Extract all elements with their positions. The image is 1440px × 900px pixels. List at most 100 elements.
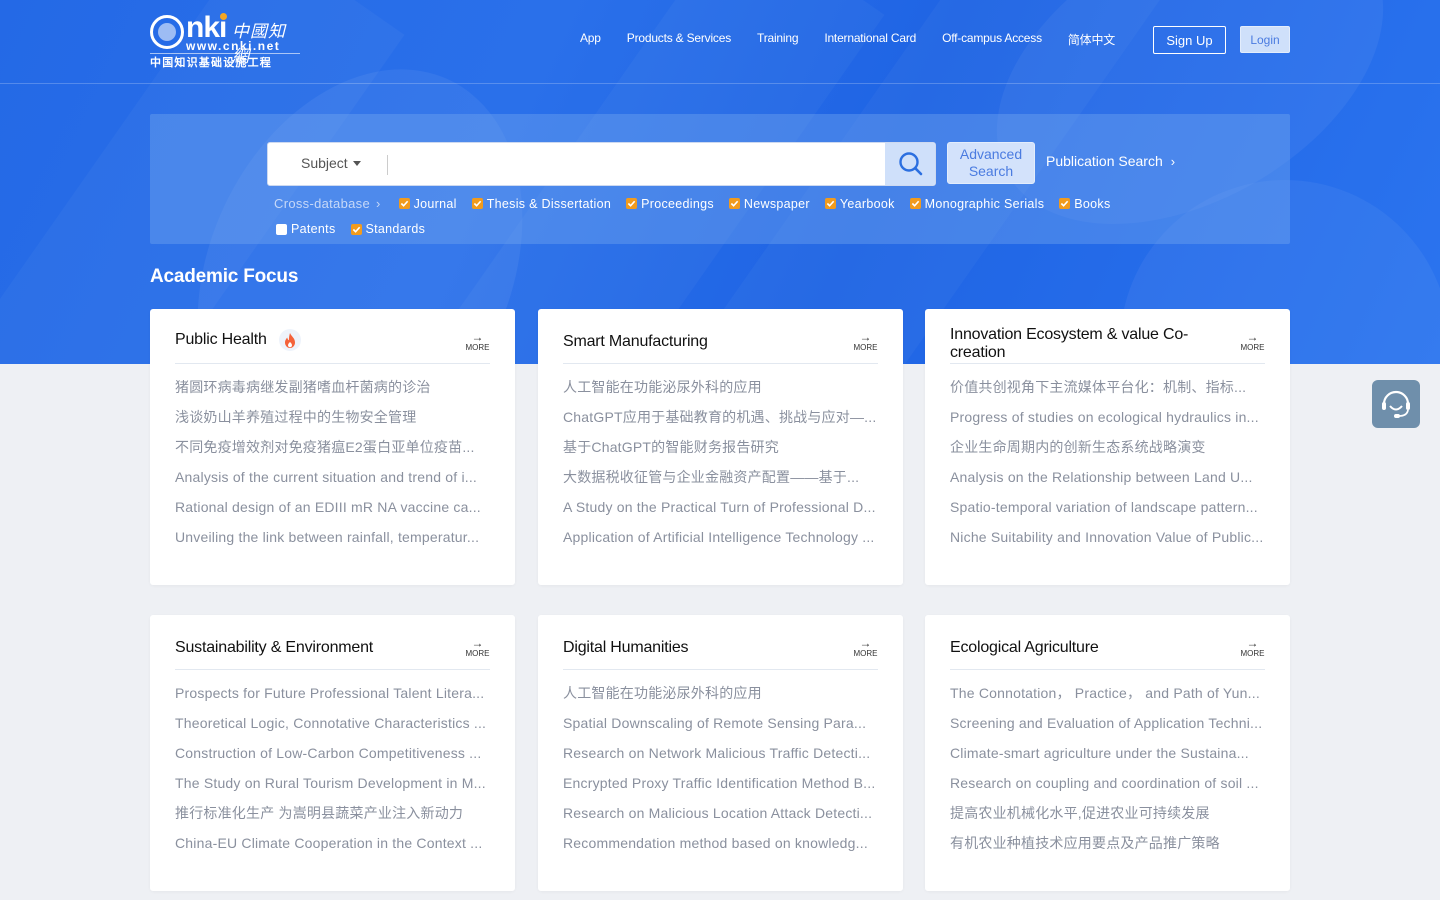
- article-list: 人工智能在功能泌尿外科的应用 ChatGPT应用于基础教育的机遇、挑战与应对—.…: [563, 375, 878, 555]
- article-link[interactable]: Prospects for Future Professional Talent…: [175, 681, 490, 711]
- card-title[interactable]: Public Health: [175, 331, 267, 349]
- caret-down-icon: [352, 160, 361, 166]
- article-link[interactable]: Construction of Low-Carbon Competitivene…: [175, 741, 490, 771]
- card-title[interactable]: Innovation Ecosystem & value Co-creation: [950, 326, 1210, 362]
- checkbox-checked-icon: [1059, 198, 1071, 209]
- checkbox-journal[interactable]: Journal: [398, 197, 457, 211]
- publication-search-link[interactable]: Publication Search ›: [1046, 153, 1175, 169]
- cross-database-label: Cross-database: [274, 196, 370, 211]
- article-link[interactable]: Analysis of the current situation and tr…: [175, 465, 490, 495]
- checkbox-books[interactable]: Books: [1059, 197, 1110, 211]
- article-link[interactable]: Spatio-temporal variation of landscape p…: [950, 495, 1265, 525]
- article-link[interactable]: The Connotation， Practice， and Path of Y…: [950, 681, 1265, 711]
- article-link[interactable]: 浅谈奶山羊养殖过程中的生物安全管理: [175, 405, 490, 435]
- headset-icon: [1382, 390, 1410, 418]
- advanced-search-button[interactable]: Advanced Search: [947, 142, 1035, 184]
- checkbox-proceedings[interactable]: Proceedings: [626, 197, 714, 211]
- focus-card: Innovation Ecosystem & value Co-creation…: [925, 309, 1290, 585]
- article-list: The Connotation， Practice， and Path of Y…: [950, 681, 1265, 861]
- more-link[interactable]: → MORE: [1240, 330, 1265, 352]
- publication-search-label: Publication Search: [1046, 153, 1163, 169]
- article-link[interactable]: Analysis on the Relationship between Lan…: [950, 465, 1265, 495]
- article-link[interactable]: Theoretical Logic, Connotative Character…: [175, 711, 490, 741]
- arrow-right-icon: →: [1246, 330, 1259, 344]
- checkbox-standards[interactable]: Standards: [350, 222, 426, 236]
- checkbox-checked-icon: [471, 198, 483, 209]
- focus-card: Digital Humanities → MORE 人工智能在功能泌尿外科的应用 …: [538, 615, 903, 891]
- article-link[interactable]: China-EU Climate Cooperation in the Cont…: [175, 831, 490, 861]
- article-link[interactable]: Spatial Downscaling of Remote Sensing Pa…: [563, 711, 878, 741]
- article-link[interactable]: 人工智能在功能泌尿外科的应用: [563, 375, 878, 405]
- article-link[interactable]: 猪圆环病毒病继发副猪嗜血杆菌病的诊治: [175, 375, 490, 405]
- more-link[interactable]: → MORE: [465, 637, 490, 658]
- login-button[interactable]: Login: [1240, 26, 1290, 53]
- nav-training[interactable]: Training: [757, 31, 799, 48]
- checkbox-unchecked-icon: [276, 223, 287, 235]
- checkbox-patents[interactable]: Patents: [276, 222, 336, 236]
- article-link[interactable]: Niche Suitability and Innovation Value o…: [950, 525, 1265, 555]
- cnki-logo[interactable]: nki 中國知網 www.cnki.net 中国知识基础设施工程: [150, 11, 302, 69]
- checkbox-checked-icon: [398, 198, 410, 209]
- checkbox-thesis[interactable]: Thesis & Dissertation: [471, 197, 611, 211]
- academic-focus-title: Academic Focus: [150, 266, 299, 287]
- card-title[interactable]: Ecological Agriculture: [950, 639, 1099, 657]
- article-link[interactable]: 基于ChatGPT的智能财务报告研究: [563, 435, 878, 465]
- more-link[interactable]: → MORE: [465, 331, 490, 352]
- card-title[interactable]: Digital Humanities: [563, 639, 689, 657]
- article-link[interactable]: Unveiling the link between rainfall, tem…: [175, 525, 490, 555]
- more-link[interactable]: → MORE: [1240, 637, 1265, 658]
- nav-off-campus-access[interactable]: Off-campus Access: [942, 31, 1042, 48]
- search-field-select[interactable]: Subject: [301, 155, 361, 171]
- article-link[interactable]: 大数据税收征管与企业金融资产配置——基于...: [563, 465, 878, 495]
- checkbox-monographic-serials[interactable]: Monographic Serials: [909, 197, 1045, 211]
- article-link[interactable]: Progress of studies on ecological hydrau…: [950, 405, 1265, 435]
- article-link[interactable]: Research on Malicious Location Attack De…: [563, 801, 878, 831]
- chevron-right-icon: ›: [375, 196, 381, 211]
- search-input[interactable]: [396, 143, 882, 185]
- checkbox-newspaper[interactable]: Newspaper: [728, 197, 810, 211]
- focus-card: Sustainability & Environment → MORE Prosp…: [150, 615, 515, 891]
- sign-up-button[interactable]: Sign Up: [1153, 26, 1226, 54]
- nav-app[interactable]: App: [580, 31, 601, 48]
- focus-card: Smart Manufacturing → MORE 人工智能在功能泌尿外科的应用…: [538, 309, 903, 585]
- more-link[interactable]: → MORE: [853, 636, 878, 658]
- nav-products-services[interactable]: Products & Services: [627, 31, 731, 48]
- checkbox-checked-icon: [626, 198, 638, 209]
- article-link[interactable]: A Study on the Practical Turn of Profess…: [563, 495, 878, 525]
- article-link[interactable]: 企业生命周期内的创新生态系统战略演变: [950, 435, 1265, 465]
- article-link[interactable]: 推行标准化生产 为嵩明县蔬菜产业注入新动力: [175, 801, 490, 831]
- checkbox-checked-icon: [728, 198, 740, 209]
- nav-language[interactable]: 简体中文: [1068, 31, 1115, 48]
- card-title[interactable]: Smart Manufacturing: [563, 333, 708, 351]
- article-link[interactable]: Encrypted Proxy Traffic Identification M…: [563, 771, 878, 801]
- article-link[interactable]: The Study on Rural Tourism Development i…: [175, 771, 490, 801]
- article-link[interactable]: Research on coupling and coordination of…: [950, 771, 1265, 801]
- fire-hot-icon: [278, 329, 301, 351]
- nav-international-card[interactable]: International Card: [824, 31, 916, 48]
- main-nav: App Products & Services Training Interna…: [580, 31, 1141, 48]
- article-link[interactable]: ChatGPT应用于基础教育的机遇、挑战与应对—...: [563, 405, 878, 435]
- database-filters: Cross-database › Journal Thesis & Disser…: [274, 196, 1126, 211]
- article-link[interactable]: Rational design of an EDIII mR NA vaccin…: [175, 495, 490, 525]
- customer-support-button[interactable]: [1372, 380, 1420, 428]
- article-link[interactable]: 有机农业种植技术应用要点及产品推广策略: [950, 831, 1265, 861]
- more-link[interactable]: → MORE: [853, 331, 878, 352]
- article-link[interactable]: 人工智能在功能泌尿外科的应用: [563, 681, 878, 711]
- article-link[interactable]: 提高农业机械化水平,促进农业可持续发展: [950, 801, 1265, 831]
- search-box: Subject: [267, 142, 936, 186]
- article-link[interactable]: 价值共创视角下主流媒体平台化：机制、指标...: [950, 375, 1265, 405]
- checkbox-yearbook[interactable]: Yearbook: [824, 197, 895, 211]
- article-link[interactable]: Climate-smart agriculture under the Sust…: [950, 741, 1265, 771]
- cross-database-link[interactable]: Cross-database ›: [274, 196, 381, 211]
- article-link[interactable]: Recommendation method based on knowledg.…: [563, 831, 878, 861]
- card-title[interactable]: Sustainability & Environment: [175, 639, 373, 657]
- search-button[interactable]: [885, 143, 935, 185]
- article-link[interactable]: Application of Artificial Intelligence T…: [563, 525, 878, 555]
- article-link[interactable]: Screening and Evaluation of Application …: [950, 711, 1265, 741]
- arrow-right-icon: →: [859, 636, 872, 650]
- checkbox-checked-icon: [350, 223, 362, 235]
- article-link[interactable]: 不同免疫增效剂对免疫猪瘟E2蛋白亚单位疫苗...: [175, 435, 490, 465]
- checkbox-checked-icon: [909, 198, 921, 209]
- chevron-right-icon: ›: [1170, 153, 1176, 169]
- article-link[interactable]: Research on Network Malicious Traffic De…: [563, 741, 878, 771]
